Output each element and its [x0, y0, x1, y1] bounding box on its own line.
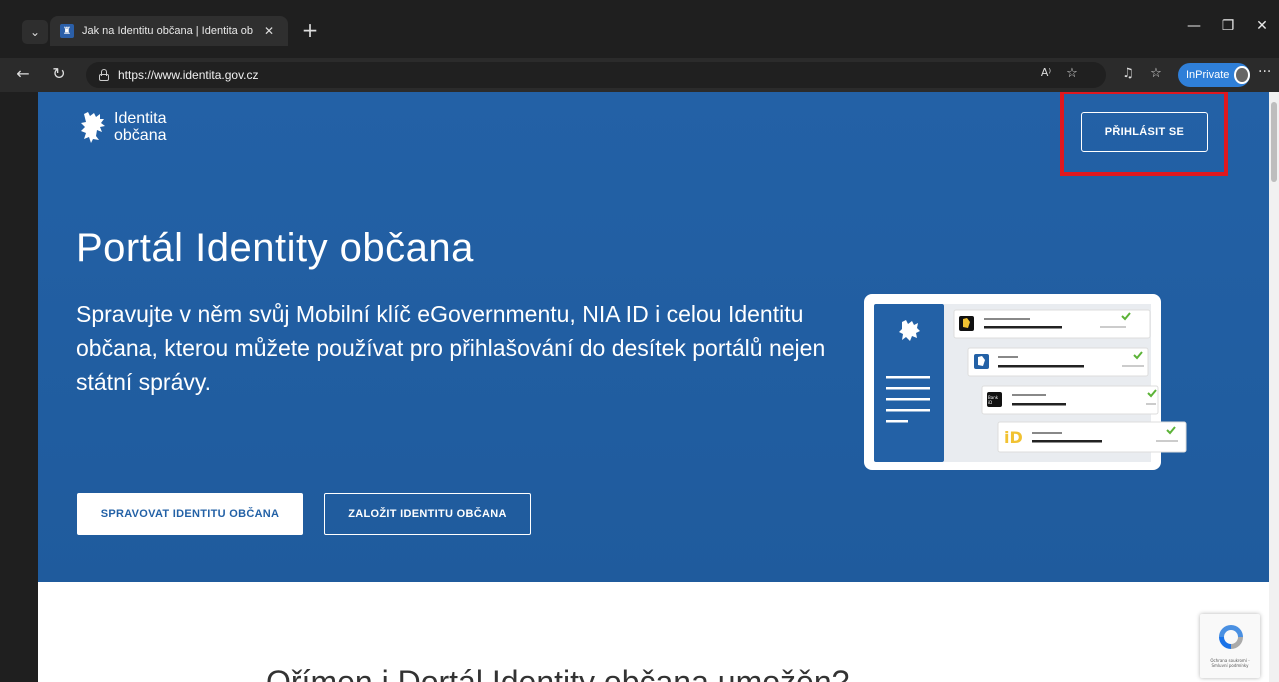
site-favicon-icon: ♜ — [60, 24, 74, 38]
back-arrow-icon[interactable]: ← — [12, 64, 34, 86]
browser-window: ⌄ ♜ Jak na Identitu občana | Identita ob… — [0, 0, 1279, 682]
create-identity-button[interactable]: ZALOŽIT IDENTITU OBČANA — [324, 493, 531, 535]
inprivate-label: InPrivate — [1186, 69, 1230, 81]
highlight-box — [1060, 92, 1228, 176]
page-title: Portál Identity občana — [76, 226, 474, 270]
lion-emblem-icon — [81, 112, 105, 143]
read-aloud-icon[interactable]: A⁾ — [1036, 66, 1056, 79]
close-window-button[interactable]: ✕ — [1252, 18, 1272, 34]
hero-section: Identita občana PŘIHLÁSIT SE Portál Iden… — [38, 92, 1269, 582]
page-scrollbar[interactable] — [1269, 92, 1279, 682]
identity-providers-illustration: Bank iD iD — [864, 294, 1187, 470]
more-options-icon[interactable]: ··· — [1258, 64, 1271, 80]
lock-icon[interactable] — [98, 69, 110, 81]
web-page: Identita občana PŘIHLÁSIT SE Portál Iden… — [38, 92, 1269, 682]
tab-strip: ⌄ ♜ Jak na Identitu občana | Identita ob… — [0, 0, 1279, 58]
inprivate-badge[interactable]: InPrivate — [1178, 63, 1250, 87]
url-text[interactable]: https://www.identita.gov.cz — [118, 68, 259, 82]
profile-avatar — [1234, 66, 1250, 84]
recaptcha-icon — [1219, 625, 1243, 649]
logo-line-2: občana — [114, 127, 167, 144]
scrollbar-thumb[interactable] — [1271, 102, 1277, 182]
restore-button[interactable]: ❐ — [1218, 18, 1238, 34]
svg-text:iD: iD — [988, 400, 992, 405]
tab-close-icon[interactable]: ✕ — [264, 24, 274, 38]
site-logo[interactable]: Identita občana — [78, 110, 167, 144]
tab-title: Jak na Identitu občana | Identita ob — [82, 25, 254, 37]
favorites-icon[interactable]: ☆ — [1146, 66, 1166, 81]
hero-subtitle: Spravujte v něm svůj Mobilní klíč eGover… — [76, 301, 826, 395]
extensions-icon[interactable]: ♫ — [1118, 66, 1138, 81]
active-tab[interactable]: ♜ Jak na Identitu občana | Identita ob ✕ — [50, 16, 288, 46]
section-heading: Ořímen i Dortál Identity občana umožěn? — [266, 664, 850, 682]
recaptcha-links[interactable]: Ochrana soukromí - Smluvní podmínky — [1202, 658, 1258, 668]
logo-line-1: Identita — [114, 110, 167, 127]
recaptcha-badge[interactable]: Ochrana soukromí - Smluvní podmínky — [1200, 614, 1260, 678]
address-bar[interactable]: https://www.identita.gov.cz — [86, 62, 1106, 88]
tab-actions-menu-button[interactable]: ⌄ — [22, 20, 48, 44]
refresh-icon[interactable]: ↻ — [48, 64, 70, 86]
svg-text:iD: iD — [1004, 428, 1023, 447]
new-tab-button[interactable]: + — [298, 20, 322, 42]
browser-toolbar: ← ↻ https://www.identita.gov.cz A⁾ ☆ ♫ ☆… — [0, 58, 1279, 92]
minimize-button[interactable]: — — [1184, 18, 1204, 34]
favorite-star-icon[interactable]: ☆ — [1062, 66, 1082, 81]
manage-identity-button[interactable]: SPRAVOVAT IDENTITU OBČANA — [77, 493, 303, 535]
